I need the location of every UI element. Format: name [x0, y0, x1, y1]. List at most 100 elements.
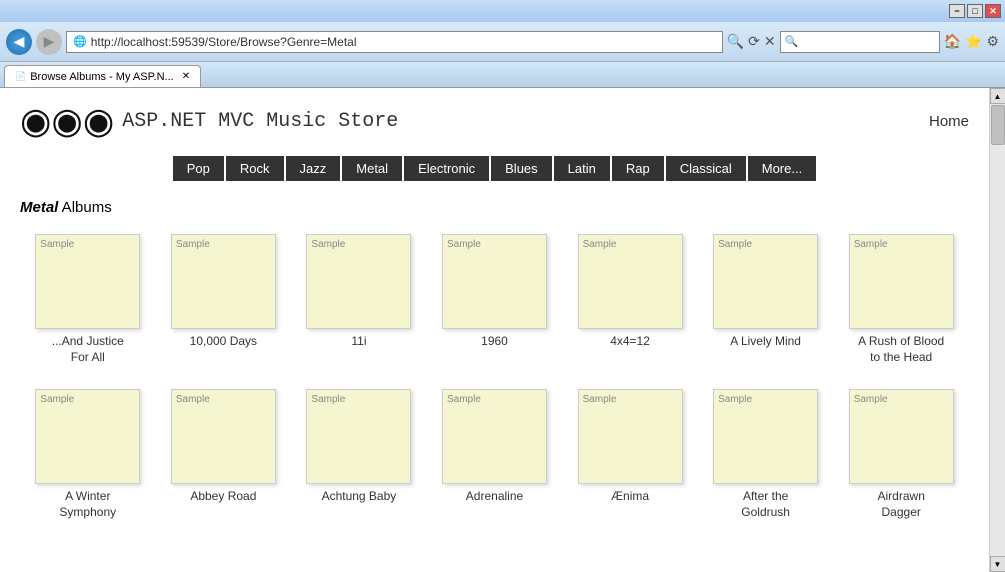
scroll-up-button[interactable]: ▲: [990, 88, 1005, 104]
album-item-1960[interactable]: Sample 1960: [427, 228, 563, 371]
forward-button[interactable]: ▶: [36, 29, 62, 55]
album-cover-label-9: Sample: [176, 394, 210, 405]
minimize-button[interactable]: −: [949, 4, 965, 18]
album-cover-label-7: Sample: [854, 239, 888, 250]
album-cover-label-4: Sample: [447, 239, 481, 250]
album-title-winter-symphony: A WinterSymphony: [59, 489, 116, 520]
tab-bar: 📄 Browse Albums - My ASP.N... ✕: [0, 62, 1005, 88]
album-cover-winter-symphony: Sample: [35, 389, 140, 484]
favorites-icon[interactable]: ⭐: [965, 33, 982, 50]
album-cover-lively-mind: Sample: [713, 234, 818, 329]
album-cover-label-5: Sample: [583, 239, 617, 250]
album-title-abbey-road: Abbey Road: [190, 489, 256, 505]
page-title-genre: Metal: [20, 199, 58, 216]
maximize-button[interactable]: □: [967, 4, 983, 18]
album-cover-rush-of-blood: Sample: [849, 234, 954, 329]
page-title-suffix: Albums: [58, 199, 111, 216]
genre-metal[interactable]: Metal: [342, 156, 402, 181]
stop-icon[interactable]: ✕: [764, 33, 776, 50]
search-box[interactable]: 🔍: [780, 31, 940, 53]
page-container: ◉◉◉ ASP.NET MVC Music Store Home Pop Roc…: [0, 88, 1005, 572]
genre-latin[interactable]: Latin: [554, 156, 610, 181]
close-button[interactable]: ✕: [985, 4, 1001, 18]
genre-more[interactable]: More...: [748, 156, 816, 181]
page-content: ◉◉◉ ASP.NET MVC Music Store Home Pop Roc…: [0, 88, 989, 572]
genre-electronic[interactable]: Electronic: [404, 156, 489, 181]
genre-blues[interactable]: Blues: [491, 156, 552, 181]
address-icon: 🌐: [73, 35, 87, 48]
album-cover-label: Sample: [40, 239, 74, 250]
album-cover-after-goldrush: Sample: [713, 389, 818, 484]
album-title-10000days: 10,000 Days: [190, 334, 257, 350]
album-cover-11i: Sample: [306, 234, 411, 329]
album-title-aenima: Ænima: [611, 489, 649, 505]
album-title-after-goldrush: After theGoldrush: [741, 489, 790, 520]
album-title-11i: 11i: [351, 334, 366, 350]
album-title-adrenaline: Adrenaline: [466, 489, 523, 505]
site-title: ASP.NET MVC Music Store: [122, 110, 398, 133]
logo-area: ◉◉◉ ASP.NET MVC Music Store: [20, 100, 398, 142]
album-item-winter-symphony[interactable]: Sample A WinterSymphony: [20, 383, 156, 526]
album-cover-airdrawn-dagger: Sample: [849, 389, 954, 484]
settings-icon[interactable]: ⚙: [986, 33, 999, 50]
album-item-11i[interactable]: Sample 11i: [291, 228, 427, 371]
album-title-achtung-baby: Achtung Baby: [322, 489, 397, 505]
search-placeholder: 🔍: [785, 35, 799, 48]
album-item-4x4[interactable]: Sample 4x4=12: [562, 228, 698, 371]
tab-label: Browse Albums - My ASP.N...: [30, 71, 173, 83]
album-cover-and-justice: Sample: [35, 234, 140, 329]
album-title-1960: 1960: [481, 334, 508, 350]
tab-favicon: 📄: [15, 71, 26, 82]
album-title-rush-of-blood: A Rush of Bloodto the Head: [858, 334, 944, 365]
album-title-lively-mind: A Lively Mind: [730, 334, 801, 350]
refresh-icon[interactable]: ⟳: [748, 33, 760, 50]
album-cover-4x4: Sample: [578, 234, 683, 329]
album-cover-label-3: Sample: [311, 239, 345, 250]
scroll-track[interactable]: [990, 104, 1005, 556]
active-tab[interactable]: 📄 Browse Albums - My ASP.N... ✕: [4, 65, 201, 87]
window-chrome: − □ ✕: [0, 0, 1005, 22]
site-header: ◉◉◉ ASP.NET MVC Music Store Home: [0, 88, 989, 148]
genre-rock[interactable]: Rock: [226, 156, 284, 181]
home-link[interactable]: Home: [929, 113, 969, 130]
page-title: Metal Albums: [0, 189, 989, 222]
tab-close-button[interactable]: ✕: [182, 71, 190, 82]
album-item-aenima[interactable]: Sample Ænima: [562, 383, 698, 526]
album-item-10000days[interactable]: Sample 10,000 Days: [156, 228, 292, 371]
album-cover-label-12: Sample: [583, 394, 617, 405]
album-item-abbey-road[interactable]: Sample Abbey Road: [156, 383, 292, 526]
address-text: http://localhost:59539/Store/Browse?Genr…: [91, 35, 357, 49]
album-cover-label-2: Sample: [176, 239, 210, 250]
genre-classical[interactable]: Classical: [666, 156, 746, 181]
album-item-rush-of-blood[interactable]: Sample A Rush of Bloodto the Head: [833, 228, 969, 371]
album-item-adrenaline[interactable]: Sample Adrenaline: [427, 383, 563, 526]
album-cover-label-6: Sample: [718, 239, 752, 250]
album-cover-1960: Sample: [442, 234, 547, 329]
address-field[interactable]: 🌐 http://localhost:59539/Store/Browse?Ge…: [66, 31, 723, 53]
scroll-thumb[interactable]: [991, 105, 1005, 145]
album-cover-achtung-baby: Sample: [306, 389, 411, 484]
home-toolbar-icon[interactable]: 🏠: [944, 33, 961, 50]
genre-rap[interactable]: Rap: [612, 156, 664, 181]
search-icon[interactable]: 🔍: [727, 33, 744, 50]
album-item-and-justice[interactable]: Sample ...And JusticeFor All: [20, 228, 156, 371]
album-cover-aenima: Sample: [578, 389, 683, 484]
album-cover-label-10: Sample: [311, 394, 345, 405]
album-cover-label-13: Sample: [718, 394, 752, 405]
back-button[interactable]: ◀: [6, 29, 32, 55]
address-bar: ◀ ▶ 🌐 http://localhost:59539/Store/Brows…: [0, 22, 1005, 62]
genre-nav: Pop Rock Jazz Metal Electronic Blues Lat…: [0, 148, 989, 189]
album-cover-10000days: Sample: [171, 234, 276, 329]
album-item-lively-mind[interactable]: Sample A Lively Mind: [698, 228, 834, 371]
genre-jazz[interactable]: Jazz: [286, 156, 341, 181]
genre-pop[interactable]: Pop: [173, 156, 224, 181]
scroll-down-button[interactable]: ▼: [990, 556, 1005, 572]
album-item-after-goldrush[interactable]: Sample After theGoldrush: [698, 383, 834, 526]
album-title-and-justice: ...And JusticeFor All: [52, 334, 124, 365]
album-item-airdrawn-dagger[interactable]: Sample AirdrawnDagger: [833, 383, 969, 526]
album-cover-label-11: Sample: [447, 394, 481, 405]
album-cover-abbey-road: Sample: [171, 389, 276, 484]
album-grid-row2: Sample A WinterSymphony Sample Abbey Roa…: [0, 377, 989, 532]
album-cover-adrenaline: Sample: [442, 389, 547, 484]
album-item-achtung-baby[interactable]: Sample Achtung Baby: [291, 383, 427, 526]
